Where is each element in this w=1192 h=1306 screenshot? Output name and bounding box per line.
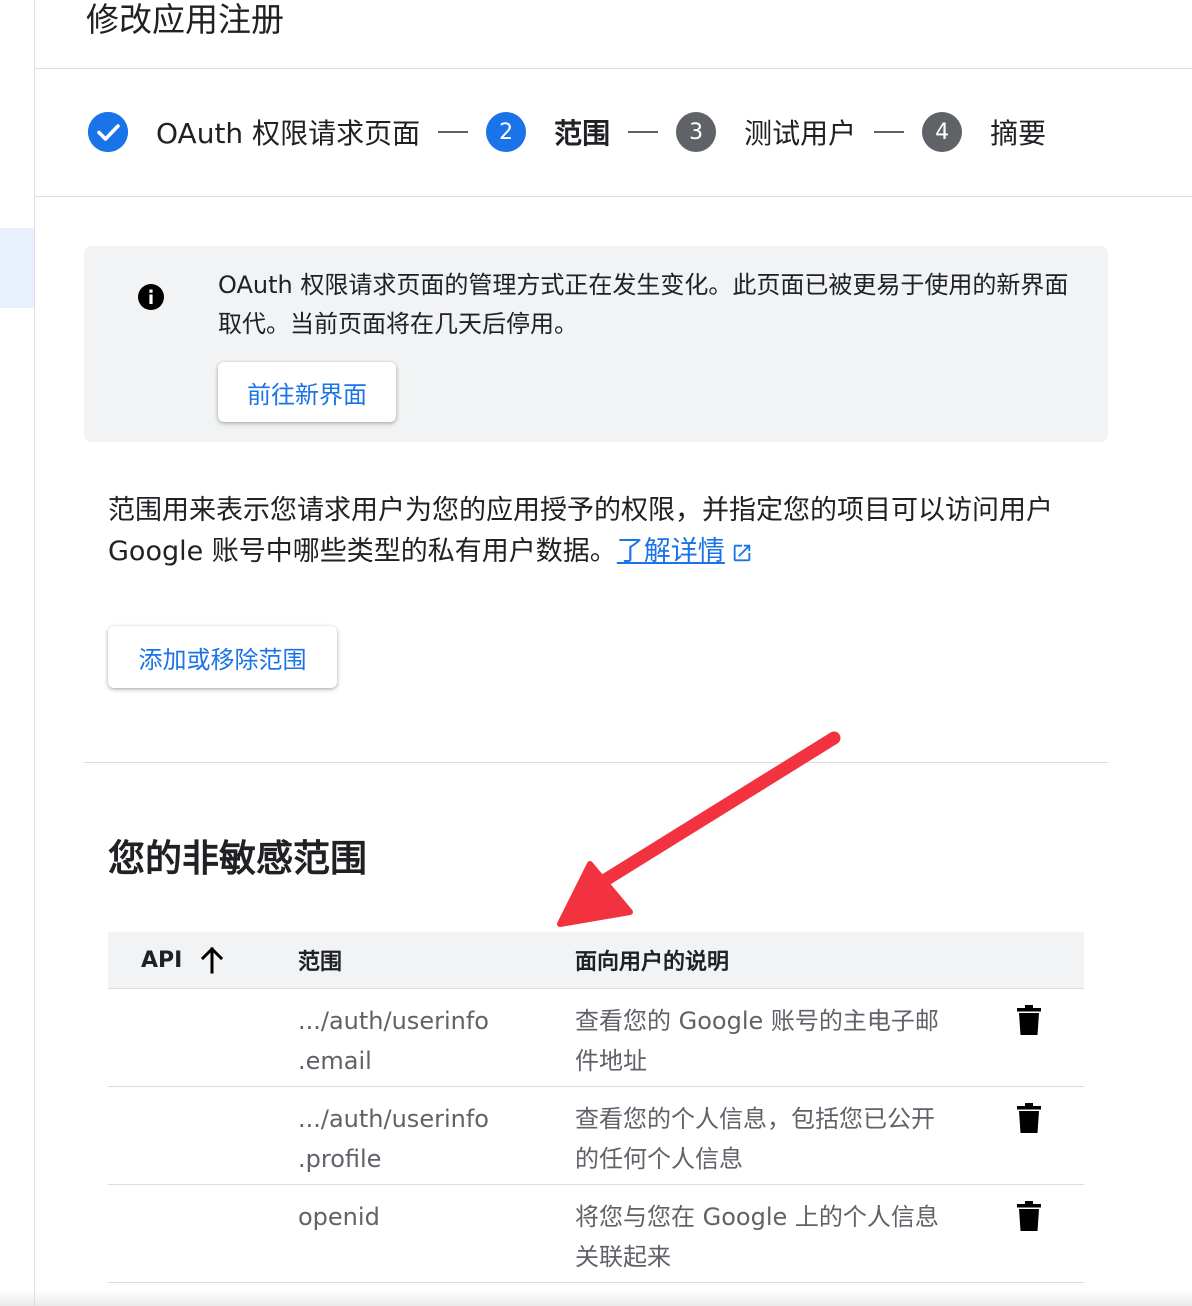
row-scope-line: .../auth/userinfo xyxy=(298,1105,489,1133)
left-nav-active-item[interactable] xyxy=(0,228,34,308)
non-sensitive-scopes-title: 您的非敏感范围 xyxy=(108,837,367,880)
scopes-description: 范围用来表示您请求用户为您的应用授予的权限，并指定您的项目可以访问用户 Goog… xyxy=(108,490,1088,572)
delete-trash-icon[interactable] xyxy=(1016,1005,1042,1035)
external-link-icon[interactable] xyxy=(731,542,753,564)
table-header: API 范围 面向用户的说明 xyxy=(108,932,1084,989)
column-header-scope: 范围 xyxy=(298,950,343,975)
table-row: .../auth/userinfo .email 查看您的 Google 账号的… xyxy=(108,989,1084,1087)
page-title: 修改应用注册 xyxy=(86,0,284,39)
step-4-label[interactable]: 摘要 xyxy=(990,112,1046,152)
row-scope-line: .email xyxy=(298,1047,372,1075)
row-scope: .../auth/userinfo .email xyxy=(298,1001,508,1081)
step-1-check-icon xyxy=(88,112,128,152)
column-header-api[interactable]: API xyxy=(141,932,224,988)
stepper: OAuth 权限请求页面 2 范围 3 测试用户 4 摘要 xyxy=(88,108,1046,156)
table-row: openid 将您与您在 Google 上的个人信息关联起来 xyxy=(108,1185,1084,1283)
step-separator xyxy=(438,131,469,133)
column-header-api-label: API xyxy=(141,947,183,973)
info-icon xyxy=(138,284,164,310)
add-or-remove-scopes-button[interactable]: 添加或移除范围 xyxy=(108,626,337,688)
notice-message: OAuth 权限请求页面的管理方式正在发生变化。此页面已被更易于使用的新界面取代… xyxy=(218,271,1069,338)
delete-trash-icon[interactable] xyxy=(1016,1201,1042,1231)
row-scope: .../auth/userinfo .profile xyxy=(298,1099,508,1179)
non-sensitive-scopes-table: API 范围 面向用户的说明 .../auth/userinfo .email … xyxy=(108,932,1084,1283)
step-2-number: 2 xyxy=(486,112,527,152)
bottom-shadow xyxy=(0,1290,1192,1306)
migration-notice: OAuth 权限请求页面的管理方式正在发生变化。此页面已被更易于使用的新界面取代… xyxy=(84,246,1108,442)
row-user-description: 查看您的个人信息，包括您已公开的任何个人信息 xyxy=(575,1105,935,1173)
step-separator xyxy=(628,131,659,133)
step-separator xyxy=(874,131,905,133)
row-scope: openid xyxy=(298,1197,508,1237)
row-scope-line: .profile xyxy=(298,1145,382,1173)
step-3-number: 3 xyxy=(676,112,717,152)
column-header-user-description: 面向用户的说明 xyxy=(575,950,730,975)
scopes-description-text: 范围用来表示您请求用户为您的应用授予的权限，并指定您的项目可以访问用户 Goog… xyxy=(108,495,1053,567)
row-scope-line: .../auth/userinfo xyxy=(298,1007,489,1035)
left-nav-rail xyxy=(0,0,35,1306)
step-2-label[interactable]: 范围 xyxy=(554,112,610,152)
table-row: .../auth/userinfo .profile 查看您的个人信息，包括您已… xyxy=(108,1087,1084,1185)
stepper-divider xyxy=(35,196,1192,197)
row-user-description: 查看您的 Google 账号的主电子邮件地址 xyxy=(575,1007,939,1075)
step-1-label[interactable]: OAuth 权限请求页面 xyxy=(156,112,420,152)
step-4-number: 4 xyxy=(922,112,963,152)
title-divider xyxy=(35,68,1192,69)
row-scope-line: openid xyxy=(298,1203,380,1231)
step-3-label[interactable]: 测试用户 xyxy=(744,112,856,152)
section-divider xyxy=(84,762,1108,763)
go-to-new-ui-button[interactable]: 前往新界面 xyxy=(218,362,396,422)
sort-ascending-icon[interactable] xyxy=(200,946,224,974)
delete-trash-icon[interactable] xyxy=(1016,1103,1042,1133)
learn-more-link[interactable]: 了解详情 xyxy=(617,536,725,567)
row-user-description: 将您与您在 Google 上的个人信息关联起来 xyxy=(575,1203,939,1271)
